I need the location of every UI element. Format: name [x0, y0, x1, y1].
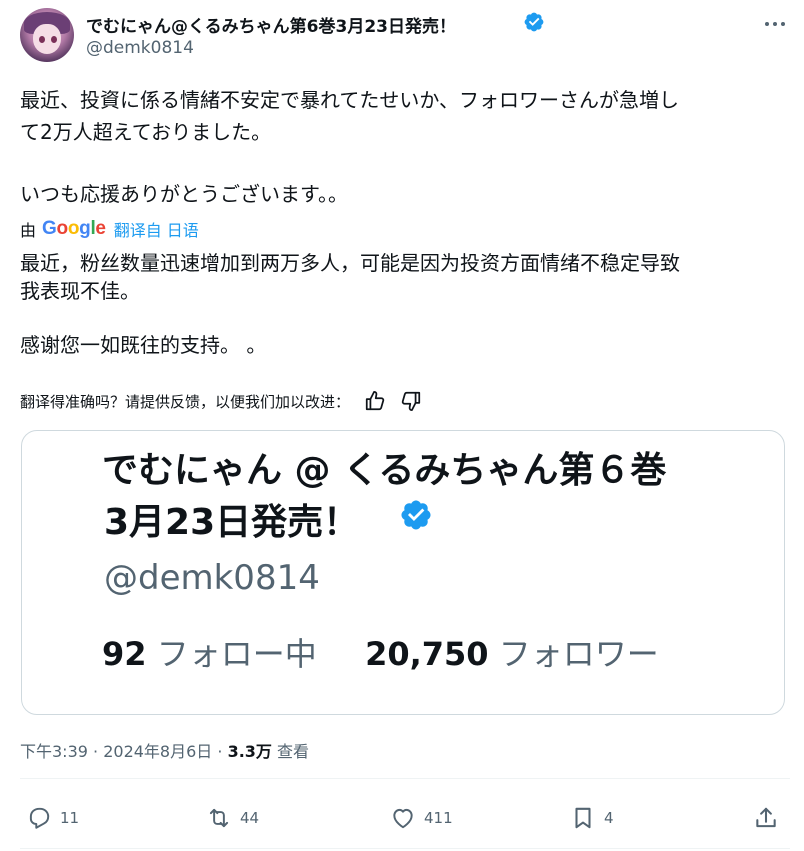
translation-feedback: 翻译得准确吗？请提供反馈，以便我们加以改进：	[20, 390, 422, 412]
feedback-prompt: 翻译得准确吗？请提供反馈，以便我们加以改进：	[20, 392, 351, 411]
card-display-name-line2: 3月23日発売！	[104, 502, 360, 543]
repost-icon	[209, 808, 229, 828]
tweet-meta: 下午3:39 · 2024年8月6日 · 3.3万 查看	[20, 738, 309, 762]
thumbs-down-icon[interactable]	[400, 390, 422, 412]
more-options-icon[interactable]	[762, 14, 788, 34]
divider	[20, 778, 790, 779]
meta-separator: ·	[212, 742, 228, 761]
share-button[interactable]	[753, 800, 787, 836]
google-logo: Google	[42, 218, 106, 239]
tweet-body: 最近、投資に係る情緒不安定で暴れてたせいか、フォロワーさんが急増し て2万人超え…	[20, 84, 790, 210]
card-verified-badge-icon	[401, 500, 431, 530]
followers-count: 20,750	[365, 635, 489, 673]
translated-from-link[interactable]: 翻译自 日语	[114, 217, 199, 241]
heart-icon	[393, 808, 413, 829]
tweet-line: 最近、投資に係る情緒不安定で暴れてたせいか、フォロワーさんが急増し	[20, 88, 679, 112]
translation-line: 感谢您一如既往的支持。 。	[20, 333, 267, 357]
followers-label: フォロワー	[498, 635, 659, 673]
verified-badge-icon[interactable]	[523, 11, 545, 33]
following-label: フォロー中	[156, 635, 317, 673]
like-button[interactable]: 411	[390, 800, 453, 836]
avatar[interactable]	[20, 8, 74, 62]
tweet-date[interactable]: 2024年8月6日	[103, 742, 212, 761]
bookmark-icon	[575, 807, 591, 829]
user-handle[interactable]: @demk0814	[86, 38, 194, 58]
meta-separator: ·	[87, 742, 104, 761]
reply-count: 11	[60, 809, 80, 827]
media-card[interactable]: でむにゃん @ くるみちゃん第６巻 3月23日発売！ @demk0814 92 …	[21, 430, 785, 715]
card-follow-stats: 92 フォロー中 20,750 フォロワー	[102, 629, 659, 675]
translation-attribution: 由 Google 翻译自 日语	[20, 217, 199, 241]
translation-line: 我表现不佳。	[20, 279, 140, 303]
views-label: 查看	[271, 742, 310, 761]
reply-button[interactable]: 11	[26, 800, 79, 836]
thumbs-up-icon[interactable]	[364, 390, 386, 412]
tweet-line: て2万人超えておりました。	[20, 120, 272, 144]
tweet-line: いつも応援ありがとうございます。。	[20, 182, 348, 206]
card-handle: @demk0814	[104, 558, 320, 598]
repost-button[interactable]: 44	[206, 800, 259, 836]
translated-by-label: 由	[20, 221, 37, 240]
reply-icon	[29, 807, 50, 829]
card-display-name-line1: でむにゃん @ くるみちゃん第６巻	[102, 450, 667, 491]
view-count[interactable]: 3.3万	[228, 742, 272, 761]
bookmark-button[interactable]: 4	[570, 800, 614, 836]
translation-line: 最近，粉丝数量迅速增加到两万多人，可能是因为投资方面情绪不稳定导致	[20, 251, 680, 275]
like-count: 411	[424, 809, 453, 827]
repost-count: 44	[240, 809, 260, 827]
divider	[20, 848, 790, 849]
following-count: 92	[102, 635, 147, 673]
translated-text: 最近，粉丝数量迅速增加到两万多人，可能是因为投资方面情绪不稳定导致 我表现不佳。…	[20, 249, 790, 359]
share-icon	[756, 807, 776, 828]
display-name[interactable]: でむにゃん@くるみちゃん第6巻3月23日発売！	[86, 12, 456, 37]
action-bar: 11 44 411 4	[20, 800, 790, 836]
bookmark-count: 4	[604, 809, 614, 827]
tweet-header: でむにゃん@くるみちゃん第6巻3月23日発売！ @demk0814	[20, 8, 790, 68]
tweet-time[interactable]: 下午3:39	[20, 742, 88, 761]
